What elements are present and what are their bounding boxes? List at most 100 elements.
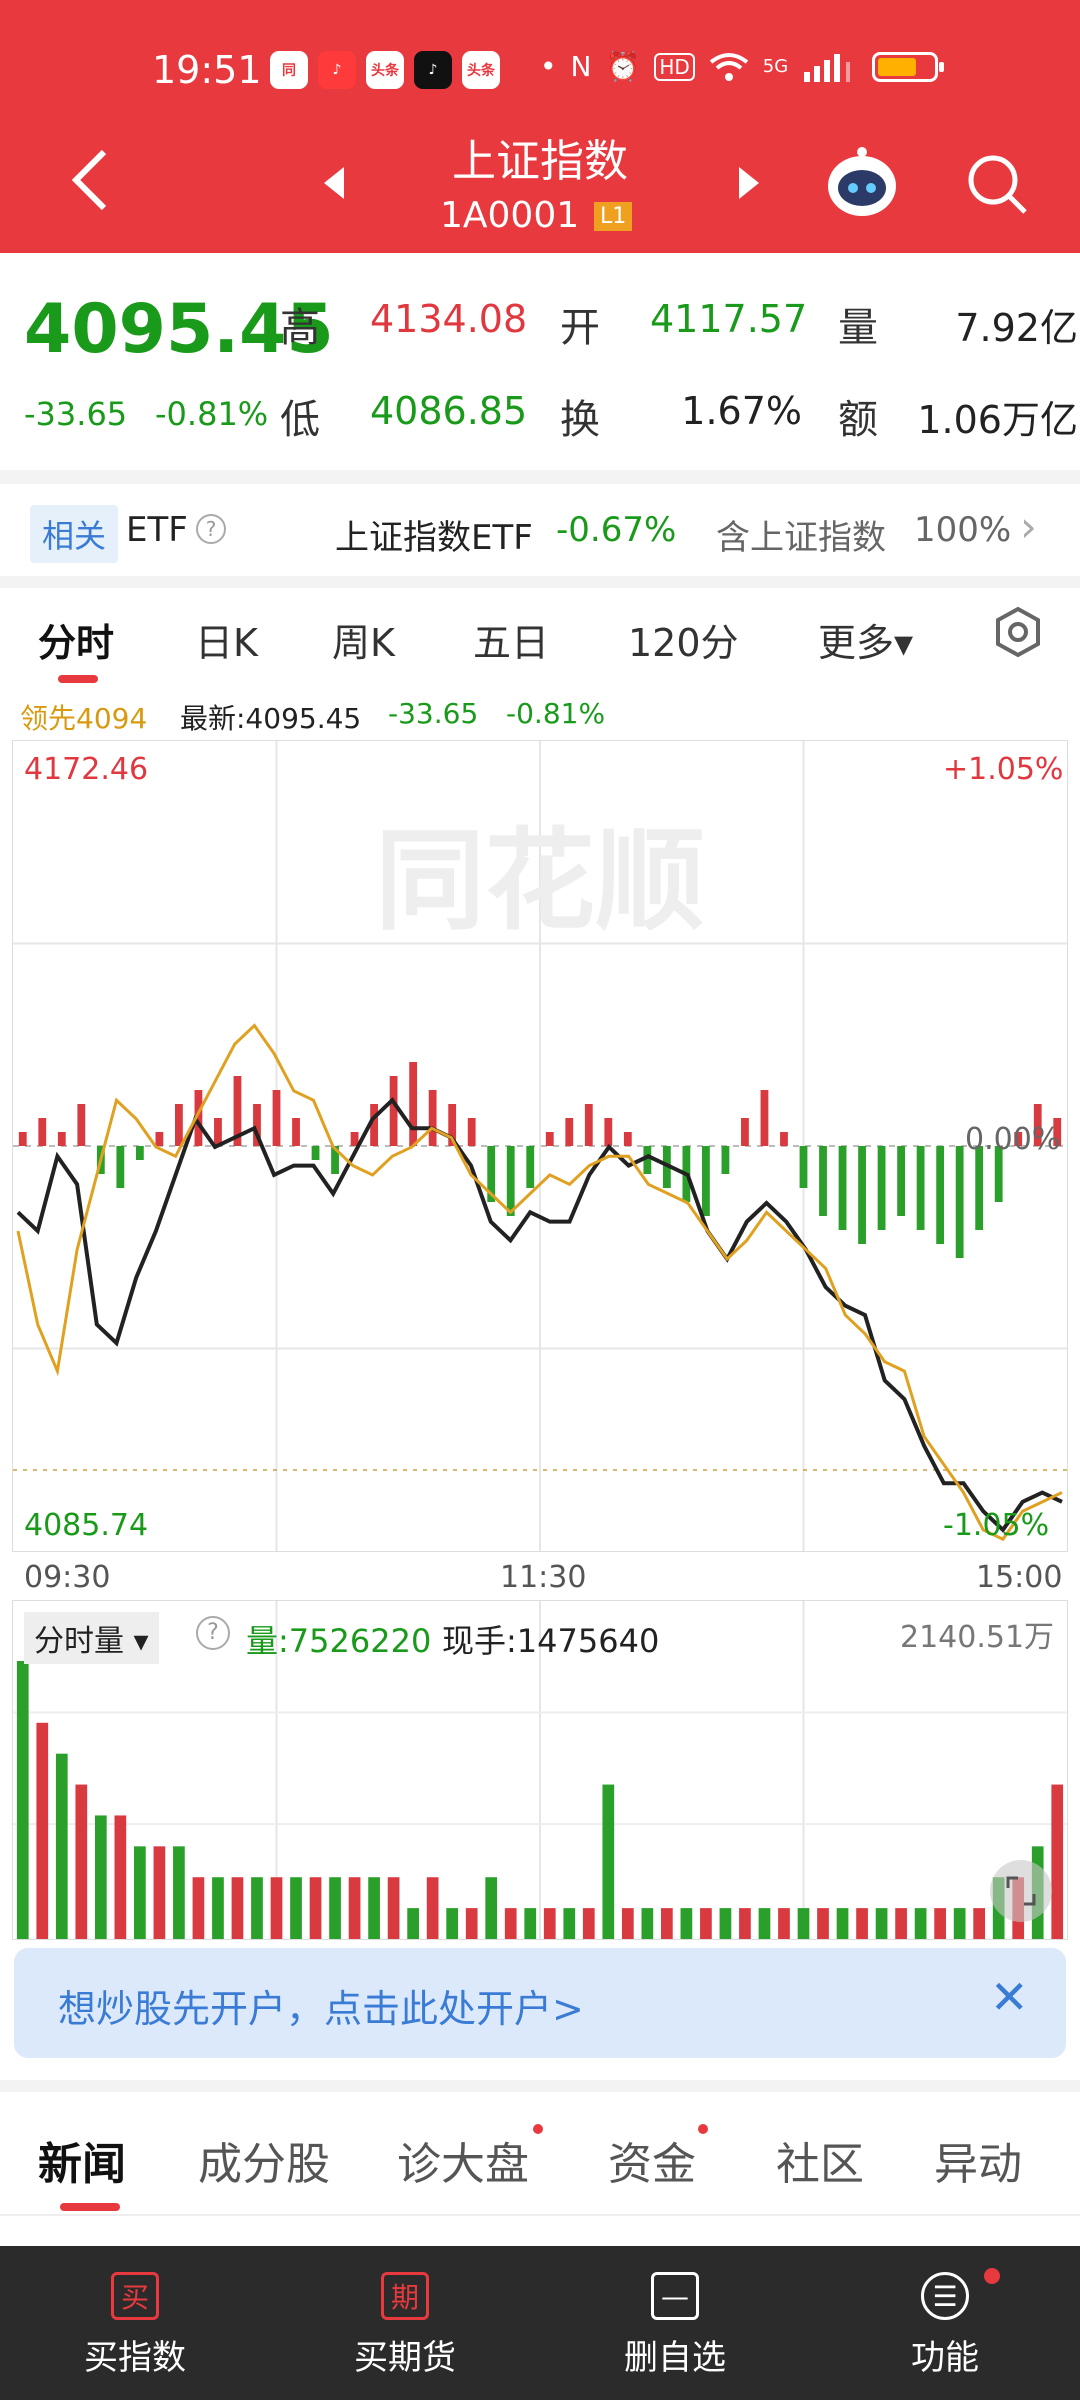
volume-bar: [55, 1753, 68, 1939]
volume-bar: [192, 1877, 205, 1939]
volume-type-dropdown[interactable]: 分时量 ▾: [24, 1612, 159, 1664]
volume-bar: [895, 1908, 907, 1939]
volume-bar: [524, 1908, 537, 1939]
tab-capital[interactable]: 资金: [608, 2128, 696, 2192]
tab-daily-k[interactable]: 日K: [195, 612, 258, 667]
volume-bar: [212, 1877, 224, 1939]
volume-bar: [543, 1908, 556, 1939]
intraday-bar: [38, 1118, 47, 1146]
back-arrow-icon[interactable]: [70, 148, 110, 212]
etf-change-pct: -0.67%: [556, 510, 677, 550]
volume-bar: [348, 1877, 361, 1939]
chevron-right-icon[interactable]: ›: [1020, 502, 1037, 551]
remove-watchlist-button[interactable]: — 删自选: [540, 2246, 810, 2400]
volume-bar: [173, 1846, 185, 1939]
tab-community[interactable]: 社区: [776, 2128, 864, 2192]
x-axis-label-close: 15:00: [976, 1560, 1063, 1595]
intraday-bar: [409, 1062, 418, 1146]
intraday-bar: [584, 1104, 593, 1146]
dropdown-arrow-icon: ▾: [124, 1624, 149, 1659]
tab-diagnosis[interactable]: 诊大盘: [397, 2128, 529, 2192]
buy-futures-button[interactable]: 期 买期货: [270, 2246, 540, 2400]
header: 19:51 同 ♪ 头条 ♪ 头条 • N ⏰ HD 5G 上证指数 1A000…: [0, 0, 1080, 253]
volume-bar: [641, 1908, 654, 1939]
page-title: 上证指数: [452, 136, 628, 187]
functions-button[interactable]: ☰ 功能: [810, 2246, 1080, 2400]
tab-news[interactable]: 新闻: [38, 2128, 126, 2192]
intraday-bar: [858, 1146, 866, 1244]
help-icon[interactable]: ?: [196, 514, 226, 544]
tab-components[interactable]: 成分股: [198, 2128, 330, 2192]
latest-price: 最新:4095.45: [180, 702, 362, 735]
intraday-bar: [838, 1146, 847, 1230]
volume-bar: [114, 1815, 127, 1939]
bottom-nav: 买 买指数 期 买期货 — 删自选 ☰ 功能: [0, 2246, 1080, 2400]
tab-more[interactable]: 更多▾: [818, 612, 913, 667]
volume-bar: [94, 1815, 107, 1939]
volume-bar: [36, 1722, 49, 1939]
volume-bar: [680, 1908, 693, 1939]
volume-bar: [446, 1908, 459, 1939]
volume-bar: [621, 1908, 634, 1939]
stock-code: 1A0001: [440, 195, 580, 236]
volume-bar: [465, 1908, 478, 1939]
tab-alerts[interactable]: 异动: [934, 2128, 1022, 2192]
volume-help-icon[interactable]: ?: [196, 1616, 230, 1650]
tab-weekly-k[interactable]: 周K: [332, 612, 395, 667]
intraday-bar: [135, 1146, 144, 1160]
section-divider-3: [0, 2080, 1080, 2092]
close-icon[interactable]: ✕: [990, 1970, 1029, 2024]
intraday-chart[interactable]: 同花顺: [12, 740, 1068, 1552]
volume-bar: [407, 1908, 419, 1939]
volume-label: 量: [838, 305, 878, 351]
etf-label: ETF: [126, 510, 188, 550]
tab-120min[interactable]: 120分: [628, 612, 739, 667]
tab-five-day[interactable]: 五日: [473, 612, 549, 667]
volume-bar: [134, 1846, 146, 1939]
volume-bar: [1051, 1784, 1064, 1939]
volume-bar: [778, 1908, 790, 1939]
open-account-banner[interactable]: 想炒股先开户，点击此处开户> ✕: [14, 1948, 1066, 2058]
active-tab-indicator: [58, 675, 98, 683]
tab-intraday[interactable]: 分时: [38, 612, 114, 667]
intraday-bar: [702, 1146, 710, 1216]
volume-bar: [719, 1908, 732, 1939]
intraday-bar: [955, 1146, 964, 1258]
news-app-icon-2: 头条: [462, 51, 500, 89]
volume-bar: [329, 1877, 341, 1939]
total-volume: 量:7526220: [246, 1622, 432, 1660]
volume-bar: [758, 1908, 771, 1939]
volume-value: 7.92亿: [955, 306, 1078, 350]
low-label: 低: [280, 397, 320, 443]
pct-mid-label: 0.00%: [965, 1122, 1061, 1157]
etf-name[interactable]: 上证指数ETF: [335, 510, 533, 559]
buy-index-button[interactable]: 买 买指数: [0, 2246, 270, 2400]
level-badge: L1: [594, 202, 633, 231]
intraday-chart-svg: 同花顺: [13, 741, 1067, 1551]
high-value: 4134.08: [370, 297, 528, 341]
volume-bar: [387, 1877, 400, 1939]
banner-text[interactable]: 想炒股先开户，点击此处开户>: [58, 1978, 584, 2033]
prev-stock-icon[interactable]: [320, 165, 348, 201]
etf-weight: 100%: [914, 510, 1012, 550]
volume-bar: [485, 1877, 498, 1939]
signal-bars-icon: [804, 53, 851, 82]
intraday-bar: [819, 1146, 827, 1216]
next-stock-icon[interactable]: [735, 165, 763, 201]
volume-max: 2140.51万: [900, 1620, 1055, 1655]
settings-gear-icon[interactable]: [992, 606, 1044, 658]
hd-icon: HD: [654, 52, 695, 81]
robot-assistant-icon[interactable]: [822, 142, 902, 222]
intraday-bar: [565, 1118, 574, 1146]
volume-bar: [426, 1877, 439, 1939]
search-icon[interactable]: [965, 152, 1029, 216]
fullscreen-button[interactable]: [990, 1860, 1052, 1922]
volume-bar: [953, 1908, 966, 1939]
intraday-bar: [741, 1118, 749, 1146]
fullscreen-icon: [1006, 1876, 1036, 1906]
functions-label: 功能: [911, 2338, 979, 2378]
intraday-bar: [623, 1132, 632, 1146]
intraday-bar: [428, 1090, 437, 1146]
x-axis-label-open: 09:30: [24, 1560, 111, 1595]
low-value: 4086.85: [370, 389, 528, 433]
